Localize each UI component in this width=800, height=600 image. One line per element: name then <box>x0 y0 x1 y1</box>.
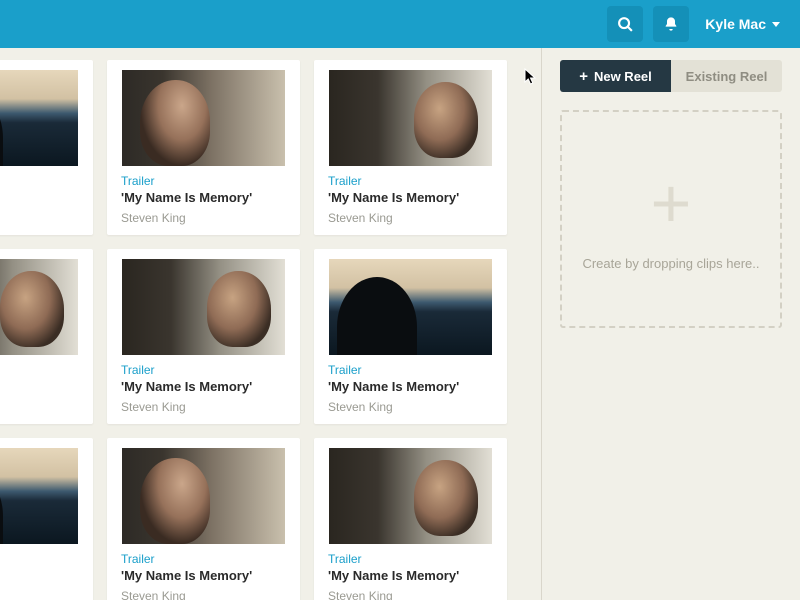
clip-grid: ne Is Memory'gTrailer'My Name Is Memory'… <box>0 60 541 600</box>
existing-reel-label: Existing Reel <box>686 69 768 84</box>
clip-card[interactable]: ne Is Memory'g <box>0 249 93 424</box>
clip-title: ne Is Memory' <box>0 363 93 386</box>
clip-thumbnail <box>0 448 78 544</box>
clip-thumbnail <box>0 259 78 355</box>
clip-type-label: Trailer <box>314 363 507 377</box>
search-icon <box>617 16 634 33</box>
clip-title: 'My Name Is Memory' <box>314 188 507 211</box>
clip-card[interactable]: Trailer'My Name Is Memory'Steven King <box>314 438 507 600</box>
clip-type-label: Trailer <box>107 552 300 566</box>
clip-author: Steven King <box>314 400 507 414</box>
clip-type-label: Trailer <box>107 363 300 377</box>
clip-author: Steven King <box>314 211 507 225</box>
clip-title: ne Is Memory' <box>0 552 93 575</box>
clip-title: ne Is Memory' <box>0 174 93 197</box>
clip-author: g <box>0 386 93 400</box>
clip-author: Steven King <box>107 400 300 414</box>
clip-author: Steven King <box>314 589 507 600</box>
clip-thumbnail <box>329 448 492 544</box>
clip-author: g <box>0 197 93 211</box>
clip-card[interactable]: Trailer'My Name Is Memory'Steven King <box>314 249 507 424</box>
clip-title: 'My Name Is Memory' <box>314 377 507 400</box>
clip-card[interactable]: Trailer'My Name Is Memory'Steven King <box>314 60 507 235</box>
main-content: ne Is Memory'gTrailer'My Name Is Memory'… <box>0 48 800 600</box>
clip-thumbnail <box>122 448 285 544</box>
clip-type-label: Trailer <box>107 174 300 188</box>
clip-library: ne Is Memory'gTrailer'My Name Is Memory'… <box>0 48 542 600</box>
clip-card[interactable]: ne Is Memory'g <box>0 60 93 235</box>
clip-author: Steven King <box>107 211 300 225</box>
new-reel-tab[interactable]: + New Reel <box>560 60 671 92</box>
new-reel-label: New Reel <box>594 69 652 84</box>
reel-panel: + New Reel Existing Reel + Create by dro… <box>542 48 800 600</box>
user-menu[interactable]: Kyle Mac <box>699 6 786 42</box>
reel-dropzone[interactable]: + Create by dropping clips here.. <box>560 110 782 328</box>
plus-icon: + <box>579 69 588 84</box>
clip-card[interactable]: ne Is Memory'g <box>0 438 93 600</box>
clip-card[interactable]: Trailer'My Name Is Memory'Steven King <box>107 249 300 424</box>
add-icon: + <box>651 168 692 238</box>
clip-card[interactable]: Trailer'My Name Is Memory'Steven King <box>107 438 300 600</box>
reel-tabs: + New Reel Existing Reel <box>560 60 782 92</box>
clip-author: g <box>0 575 93 589</box>
clip-type-label: Trailer <box>314 552 507 566</box>
existing-reel-tab[interactable]: Existing Reel <box>671 60 782 92</box>
chevron-down-icon <box>772 22 780 27</box>
bell-icon <box>663 16 679 32</box>
search-button[interactable] <box>607 6 643 42</box>
clip-title: 'My Name Is Memory' <box>107 566 300 589</box>
clip-author: Steven King <box>107 589 300 600</box>
user-name: Kyle Mac <box>705 16 766 32</box>
clip-thumbnail <box>329 70 492 166</box>
dropzone-text: Create by dropping clips here.. <box>582 256 759 271</box>
clip-thumbnail <box>0 70 78 166</box>
clip-card[interactable]: Trailer'My Name Is Memory'Steven King <box>107 60 300 235</box>
notifications-button[interactable] <box>653 6 689 42</box>
clip-title: 'My Name Is Memory' <box>107 188 300 211</box>
clip-title: 'My Name Is Memory' <box>314 566 507 589</box>
clip-thumbnail <box>122 259 285 355</box>
clip-thumbnail <box>329 259 492 355</box>
clip-title: 'My Name Is Memory' <box>107 377 300 400</box>
clip-thumbnail <box>122 70 285 166</box>
app-header: Kyle Mac <box>0 0 800 48</box>
clip-type-label: Trailer <box>314 174 507 188</box>
